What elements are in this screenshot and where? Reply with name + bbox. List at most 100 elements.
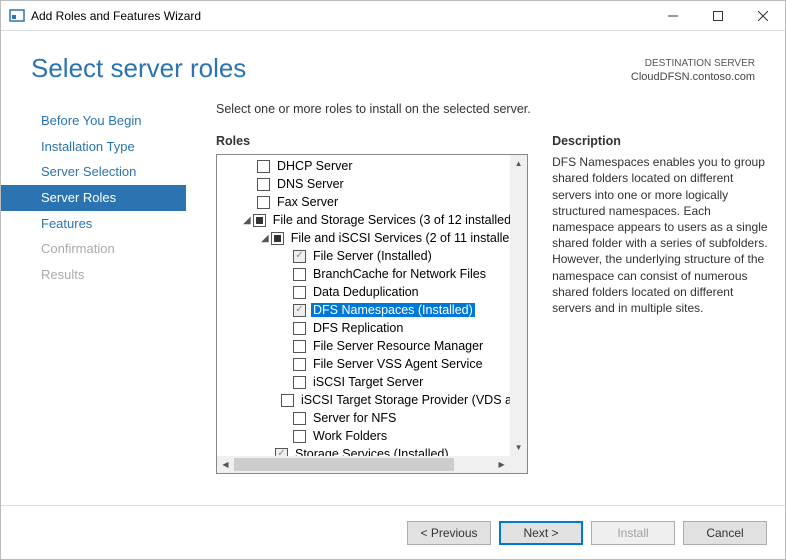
description-text: DFS Namespaces enables you to group shar… xyxy=(552,154,775,316)
tree-node-label[interactable]: File Server VSS Agent Service xyxy=(311,357,485,371)
vertical-scrollbar[interactable]: ▲ ▼ xyxy=(510,155,527,456)
tree-node-label[interactable]: File Server (Installed) xyxy=(311,249,434,263)
tree-node-label[interactable]: Server for NFS xyxy=(311,411,398,425)
minimize-button[interactable] xyxy=(650,1,695,30)
destination-value: CloudDFSN.contoso.com xyxy=(631,70,755,84)
tree-checkbox[interactable] xyxy=(293,358,306,371)
roles-tree[interactable]: DHCP ServerDNS ServerFax Server◢File and… xyxy=(217,155,510,456)
tree-node-label[interactable]: iSCSI Target Server xyxy=(311,375,425,389)
tree-node-label[interactable]: iSCSI Target Storage Provider (VDS and V… xyxy=(299,393,510,407)
tree-node[interactable]: BranchCache for Network Files xyxy=(217,265,510,283)
tree-checkbox[interactable] xyxy=(293,322,306,335)
scroll-up-icon[interactable]: ▲ xyxy=(510,155,527,172)
scroll-right-icon[interactable]: ▶ xyxy=(493,456,510,473)
expander-spacer xyxy=(243,196,255,208)
expander-spacer xyxy=(279,340,291,352)
scroll-track[interactable] xyxy=(510,172,527,439)
tree-node[interactable]: File Server Resource Manager xyxy=(217,337,510,355)
nav-item-before-you-begin[interactable]: Before You Begin xyxy=(1,108,186,134)
titlebar: Add Roles and Features Wizard xyxy=(1,1,785,31)
app-icon xyxy=(9,8,25,24)
scroll-corner xyxy=(510,456,527,473)
expander-spacer xyxy=(279,430,291,442)
maximize-button[interactable] xyxy=(695,1,740,30)
tree-node-label[interactable]: File Server Resource Manager xyxy=(311,339,485,353)
expander-spacer xyxy=(279,286,291,298)
expander-icon[interactable]: ◢ xyxy=(261,232,269,244)
tree-node[interactable]: DFS Replication xyxy=(217,319,510,337)
tree-checkbox[interactable] xyxy=(257,178,270,191)
expander-spacer xyxy=(279,376,291,388)
nav-item-features[interactable]: Features xyxy=(1,211,186,237)
tree-checkbox[interactable] xyxy=(293,268,306,281)
tree-checkbox[interactable] xyxy=(293,250,306,263)
tree-node-label[interactable]: Storage Services (Installed) xyxy=(293,447,451,456)
tree-node-label[interactable]: Work Folders xyxy=(311,429,389,443)
tree-node-label[interactable]: DNS Server xyxy=(275,177,346,191)
expander-spacer xyxy=(279,322,291,334)
window-title: Add Roles and Features Wizard xyxy=(31,9,650,23)
expander-spacer xyxy=(243,160,255,172)
tree-node[interactable]: Storage Services (Installed) xyxy=(217,445,510,456)
tree-node[interactable]: iSCSI Target Storage Provider (VDS and V… xyxy=(217,391,510,409)
tree-node-label[interactable]: BranchCache for Network Files xyxy=(311,267,488,281)
tree-node-label[interactable]: File and iSCSI Services (2 of 11 install… xyxy=(289,231,510,245)
tree-checkbox[interactable] xyxy=(293,340,306,353)
expander-spacer xyxy=(261,448,273,456)
tree-checkbox[interactable] xyxy=(281,394,294,407)
tree-checkbox[interactable] xyxy=(257,160,270,173)
tree-checkbox[interactable] xyxy=(257,196,270,209)
tree-checkbox[interactable] xyxy=(293,376,306,389)
next-button[interactable]: Next > xyxy=(499,521,583,545)
scroll-left-icon[interactable]: ◀ xyxy=(217,456,234,473)
tree-node[interactable]: ◢ File and Storage Services (3 of 12 inst… xyxy=(217,211,510,229)
tree-checkbox[interactable] xyxy=(293,430,306,443)
tree-node[interactable]: Work Folders xyxy=(217,427,510,445)
expander-spacer xyxy=(279,358,291,370)
tree-checkbox[interactable] xyxy=(293,304,306,317)
horizontal-scrollbar[interactable]: ◀ ▶ xyxy=(217,456,510,473)
close-button[interactable] xyxy=(740,1,785,30)
expander-spacer xyxy=(279,268,291,280)
nav-item-server-selection[interactable]: Server Selection xyxy=(1,159,186,185)
expander-spacer xyxy=(279,250,291,262)
tree-node[interactable]: Data Deduplication xyxy=(217,283,510,301)
tree-node[interactable]: File Server VSS Agent Service xyxy=(217,355,510,373)
scroll-thumb[interactable] xyxy=(234,458,454,471)
tree-checkbox[interactable] xyxy=(271,232,284,245)
expander-icon[interactable]: ◢ xyxy=(243,214,251,226)
tree-node-label[interactable]: DHCP Server xyxy=(275,159,354,173)
nav-item-installation-type[interactable]: Installation Type xyxy=(1,134,186,160)
roles-label: Roles xyxy=(216,134,528,148)
tree-node[interactable]: Fax Server xyxy=(217,193,510,211)
nav-item-server-roles[interactable]: Server Roles xyxy=(1,185,186,211)
tree-checkbox[interactable] xyxy=(275,448,288,457)
cancel-button[interactable]: Cancel xyxy=(683,521,767,545)
tree-node[interactable]: DNS Server xyxy=(217,175,510,193)
previous-button[interactable]: < Previous xyxy=(407,521,491,545)
wizard-footer: < Previous Next > Install Cancel xyxy=(1,505,785,559)
scroll-down-icon[interactable]: ▼ xyxy=(510,439,527,456)
tree-node-label[interactable]: Fax Server xyxy=(275,195,340,209)
scroll-track[interactable] xyxy=(234,456,493,473)
tree-checkbox[interactable] xyxy=(253,214,266,227)
tree-node-label[interactable]: Data Deduplication xyxy=(311,285,421,299)
tree-checkbox[interactable] xyxy=(293,286,306,299)
tree-node[interactable]: ◢ File and iSCSI Services (2 of 11 instal… xyxy=(217,229,510,247)
tree-node-label[interactable]: DFS Namespaces (Installed) xyxy=(311,303,475,317)
wizard-nav: Before You BeginInstallation TypeServer … xyxy=(1,102,186,522)
tree-node-label[interactable]: DFS Replication xyxy=(311,321,405,335)
wizard-header: Select server roles DESTINATION SERVER C… xyxy=(1,31,785,102)
tree-node[interactable]: DHCP Server xyxy=(217,157,510,175)
instruction-text: Select one or more roles to install on t… xyxy=(216,102,775,116)
install-button[interactable]: Install xyxy=(591,521,675,545)
tree-node[interactable]: DFS Namespaces (Installed) xyxy=(217,301,510,319)
expander-spacer xyxy=(279,412,291,424)
tree-node-label[interactable]: File and Storage Services (3 of 12 insta… xyxy=(271,213,510,227)
tree-node[interactable]: File Server (Installed) xyxy=(217,247,510,265)
tree-node[interactable]: Server for NFS xyxy=(217,409,510,427)
tree-node[interactable]: iSCSI Target Server xyxy=(217,373,510,391)
tree-checkbox[interactable] xyxy=(293,412,306,425)
nav-item-results: Results xyxy=(1,262,186,288)
nav-item-confirmation: Confirmation xyxy=(1,236,186,262)
